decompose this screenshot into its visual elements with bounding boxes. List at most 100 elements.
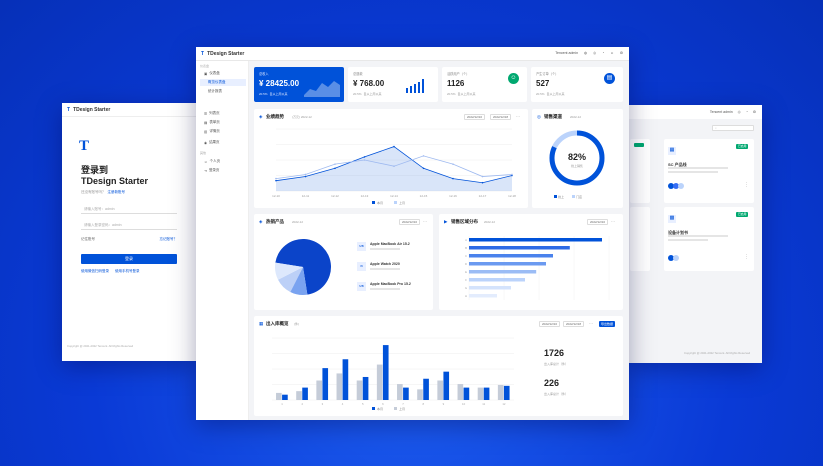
watch-icon: W (357, 262, 366, 271)
category-label: B (465, 246, 467, 250)
right-card-left[interactable] (630, 139, 650, 203)
help-icon[interactable]: ◎ (593, 51, 596, 55)
right-card-1[interactable]: ▦ 已启用 SC 产品线 ⋮ (664, 139, 754, 203)
legend-label: 上月 (399, 406, 405, 411)
remember-checkbox[interactable]: 记住账号 (81, 237, 95, 242)
wechat-login-link[interactable]: 使用微信扫码登录 (81, 269, 109, 274)
right-settings-icon[interactable]: ⚙ (753, 110, 756, 114)
stat-card-orders[interactable]: 产生订单（个） 527 20.5% 自从上周以来 ▤ (531, 67, 623, 102)
stat-label-users: 活跃用户（个） (447, 72, 470, 76)
revenue-date-end[interactable]: 2022/12/18 (490, 114, 512, 120)
bar-上月 (376, 364, 383, 400)
product-item[interactable]: MB Apple MacBook Air 15.2 (357, 240, 427, 258)
hbar-date[interactable]: 2022/12/10 (587, 219, 609, 225)
hbar-more-icon[interactable]: ⋯ (611, 219, 615, 224)
password-input[interactable]: 请输入登录密码：admin (81, 222, 177, 230)
revenue-more-icon[interactable]: ⋯ (516, 114, 520, 119)
bar-本月 (282, 394, 288, 400)
sidebar-item-login[interactable]: ⇥ 登录页 (200, 167, 246, 174)
right-card-left-2[interactable] (630, 207, 650, 271)
right-card-2-more-icon[interactable]: ⋮ (744, 254, 749, 260)
sales-region-bars: ABCDEFGH (465, 236, 610, 300)
stat-label-revenue: 总收入 (259, 72, 269, 76)
gauge-label: 线上销售 (570, 164, 583, 168)
data-point (422, 155, 425, 157)
bar-本月 (483, 387, 490, 400)
pie-more-icon[interactable]: ⋯ (423, 219, 427, 224)
revenue-chart-subtitle: (万元) 2022-12 (292, 115, 312, 119)
product-item[interactable]: MB Apple MacBook Pro 15.2 (357, 280, 427, 298)
settings-icon[interactable]: ⚙ (620, 51, 623, 55)
bell-icon[interactable]: ◔ (602, 51, 604, 55)
stat-card-refund[interactable]: 总退款 ¥ 768.00 20.5% 自从上周以来 (348, 67, 438, 102)
right-card-2[interactable]: ▩ 已启用 设备计划书 ⋮ (664, 207, 754, 271)
right-card-1-badge: 已启用 (736, 144, 749, 149)
category-label: G (465, 286, 467, 290)
right-copyright: Copyright @ 2021-2022 Tencent. All Right… (684, 351, 751, 355)
x-tick-label: 12-13 (361, 194, 369, 198)
detail-icon: ▥ (204, 129, 208, 134)
forgot-link[interactable]: 忘记账号？ (160, 237, 178, 242)
sidebar-item-report[interactable]: 统计报表 (200, 88, 246, 95)
bar-上月 (336, 373, 343, 400)
no-account-text: 还没有账号吗？ (81, 190, 106, 194)
bar-本月 (382, 345, 389, 400)
register-link[interactable]: 注册新账号 (108, 190, 126, 195)
sales-channel-card: ◎ 销售渠道 2022-12 82% 线上销售 线上 门店 (532, 109, 623, 208)
github-icon[interactable]: ◍ (584, 51, 587, 55)
bars-more-icon[interactable]: ⋯ (589, 321, 593, 326)
main-sidebar: 仪表盘 ▣ 仪表盘 概览仪表盘 统计报表 ☰ 列表页 ▤ 表单页 ▥ 详情页 ◉ 结果页 … (196, 61, 249, 420)
stat-card-revenue[interactable]: 总收入 ¥ 28425.00 20.5% 自从上周以来 (254, 67, 344, 102)
right-bell-icon[interactable]: ◔ (746, 110, 748, 114)
login-window: T TDesign Starter T 登录到 TDesign Starter … (62, 103, 198, 361)
bar-上月 (356, 380, 363, 400)
sidebar-item-overview[interactable]: 概览仪表盘 (200, 79, 246, 86)
right-search-input[interactable]: ⌕ (712, 125, 754, 131)
pie-date[interactable]: 2022/12/10 (399, 219, 421, 225)
hbar-subtitle: 2022-12 (484, 220, 496, 224)
product-item[interactable]: W Apple Watch 2020 (357, 260, 427, 278)
sidebar-item-detail[interactable]: ▥ 详情页 (200, 128, 246, 135)
account-input[interactable]: 请输入账号：admin (81, 206, 177, 214)
bar-上月 (477, 387, 484, 400)
revenue-sparkline-icon (304, 81, 340, 97)
main-topbar: T TDesign Starter Tencent admin ◍ ◎ ◔ ☺ … (196, 47, 629, 61)
sidebar-item-list[interactable]: ☰ 列表页 (200, 110, 246, 117)
data-point (363, 159, 366, 161)
stat-value-refund: ¥ 768.00 (353, 79, 385, 88)
category-label: A (465, 238, 467, 242)
sidebar-item-user[interactable]: ☺ 个人页 (200, 158, 246, 165)
export-button[interactable]: 导出数据 (599, 321, 616, 327)
main-user-menu[interactable]: Tencent admin (555, 51, 578, 55)
bars-date-start[interactable]: 2022/12/10 (539, 321, 561, 327)
data-point (393, 145, 395, 148)
login-button[interactable]: 登录 (81, 254, 177, 264)
sidebar-item-dashboard[interactable]: ▣ 仪表盘 (200, 70, 246, 77)
login-heading-1: 登录到 (81, 165, 109, 175)
right-user-menu[interactable]: Tencent admin (710, 110, 733, 114)
right-help-icon[interactable]: ◎ (738, 110, 741, 114)
stat-card-users[interactable]: 活跃用户（个） 1126 20.5% 自从上周以来 ☺ (442, 67, 527, 102)
x-tick-label: 12-17 (479, 194, 487, 198)
login-icon: ⇥ (204, 168, 207, 173)
inventory-bars: 1 2 3 4 5 6 7 8 9 10 11 12本月 上月 (272, 337, 514, 411)
orders-icon: ▤ (604, 73, 615, 84)
bars-subtitle: (件) (294, 322, 299, 326)
data-point (393, 165, 395, 167)
hbar (469, 286, 511, 290)
bars-date-end[interactable]: 2022/12/18 (563, 321, 585, 327)
user-icon[interactable]: ☺ (610, 51, 614, 55)
legend-label: 上月 (399, 200, 405, 205)
phone-login-link[interactable]: 使用手机号登录 (115, 269, 140, 274)
right-card-1-more-icon[interactable]: ⋮ (744, 182, 749, 188)
trend-chart-icon: ◈ (259, 114, 263, 119)
category-label: H (465, 294, 467, 298)
sidebar-item-result[interactable]: ◉ 结果页 (200, 139, 246, 146)
data-point (511, 173, 513, 176)
x-tick-label: 6 (382, 402, 384, 406)
revenue-date-start[interactable]: 2022/12/10 (464, 114, 486, 120)
inventory-value-1: 1726 (544, 348, 565, 358)
x-tick-label: 1 (281, 402, 283, 406)
sidebar-item-form[interactable]: ▤ 表单页 (200, 119, 246, 126)
data-point (334, 163, 336, 165)
